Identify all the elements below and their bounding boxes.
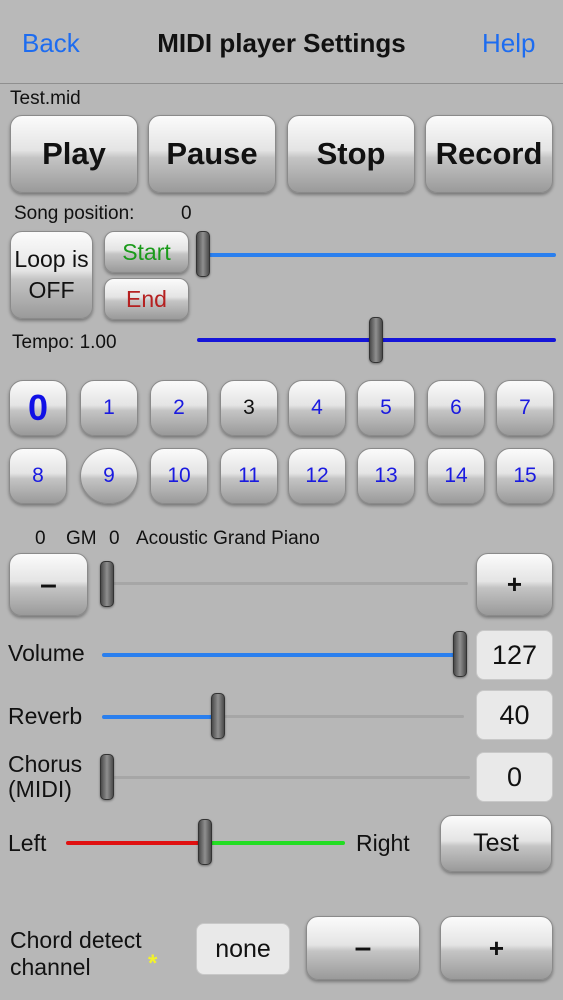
pan-right-track bbox=[206, 841, 345, 845]
volume-track bbox=[102, 653, 458, 657]
channel-button-3[interactable]: 3 bbox=[220, 380, 278, 436]
loop-label: Loop is OFF bbox=[14, 246, 89, 303]
loop-end-button[interactable]: End bbox=[104, 278, 189, 320]
song-position-track bbox=[204, 253, 556, 257]
chorus-label: Chorus bbox=[8, 751, 83, 777]
song-position-value: 0 bbox=[181, 203, 192, 224]
channel-button-6[interactable]: 6 bbox=[427, 380, 485, 436]
pan-right-label: Right bbox=[356, 830, 410, 856]
reverb-value: 40 bbox=[476, 690, 553, 740]
help-button[interactable]: Help bbox=[482, 28, 535, 59]
channel-button-11[interactable]: 11 bbox=[220, 448, 278, 504]
chorus-track bbox=[108, 776, 470, 779]
song-position-thumb[interactable] bbox=[196, 231, 210, 277]
instrument-track bbox=[108, 582, 468, 585]
page-title: MIDI player Settings bbox=[157, 28, 406, 58]
instrument-thumb[interactable] bbox=[100, 561, 114, 607]
chord-detect-label-sub: channel bbox=[10, 954, 91, 980]
reverb-track-fill bbox=[102, 715, 214, 719]
channel-button-12[interactable]: 12 bbox=[288, 448, 346, 504]
instrument-channel: 0 bbox=[35, 528, 46, 549]
pan-left-track bbox=[66, 841, 200, 845]
channel-button-2[interactable]: 2 bbox=[150, 380, 208, 436]
chord-detect-channel-value[interactable]: none bbox=[196, 923, 290, 975]
channel-button-9[interactable]: 9 bbox=[80, 448, 138, 504]
tempo-thumb[interactable] bbox=[369, 317, 383, 363]
instrument-gm-label: GM bbox=[66, 528, 97, 549]
volume-value: 127 bbox=[476, 630, 553, 680]
channel-button-0[interactable]: 0 bbox=[9, 380, 67, 436]
file-name: Test.mid bbox=[10, 88, 81, 109]
instrument-plus-button[interactable]: + bbox=[476, 553, 553, 616]
volume-label: Volume bbox=[8, 640, 85, 666]
reverb-track bbox=[214, 715, 464, 718]
channel-button-14[interactable]: 14 bbox=[427, 448, 485, 504]
chorus-label-sub: (MIDI) bbox=[8, 776, 72, 802]
loop-toggle-button[interactable]: Loop is OFF bbox=[10, 231, 93, 319]
pan-thumb[interactable] bbox=[198, 819, 212, 865]
chord-detect-minus-button[interactable]: – bbox=[306, 916, 420, 980]
volume-slider[interactable] bbox=[102, 630, 470, 680]
instrument-minus-button[interactable]: – bbox=[9, 553, 88, 616]
test-button[interactable]: Test bbox=[440, 815, 552, 872]
loop-start-button[interactable]: Start bbox=[104, 231, 189, 273]
record-button[interactable]: Record bbox=[425, 115, 553, 193]
instrument-program-number: 0 bbox=[109, 528, 120, 549]
stop-button[interactable]: Stop bbox=[287, 115, 415, 193]
channel-button-10[interactable]: 10 bbox=[150, 448, 208, 504]
reverb-label: Reverb bbox=[8, 703, 83, 729]
chord-detect-asterisk: * bbox=[148, 950, 158, 977]
channel-button-1[interactable]: 1 bbox=[80, 380, 138, 436]
chorus-value: 0 bbox=[476, 752, 553, 802]
channel-button-13[interactable]: 13 bbox=[357, 448, 415, 504]
channel-button-15[interactable]: 15 bbox=[496, 448, 554, 504]
reverb-thumb[interactable] bbox=[211, 693, 225, 739]
instrument-slider[interactable] bbox=[100, 560, 468, 610]
chorus-slider[interactable] bbox=[100, 752, 470, 802]
chorus-thumb[interactable] bbox=[100, 754, 114, 800]
channel-button-7[interactable]: 7 bbox=[496, 380, 554, 436]
chord-detect-label: Chord detect bbox=[10, 927, 142, 953]
channel-button-5[interactable]: 5 bbox=[357, 380, 415, 436]
tempo-slider[interactable] bbox=[197, 316, 557, 366]
volume-thumb[interactable] bbox=[453, 631, 467, 677]
instrument-name: Acoustic Grand Piano bbox=[136, 528, 320, 549]
channel-button-4[interactable]: 4 bbox=[288, 380, 346, 436]
chord-detect-plus-button[interactable]: + bbox=[440, 916, 553, 980]
channel-button-8[interactable]: 8 bbox=[9, 448, 67, 504]
pan-slider[interactable] bbox=[66, 818, 346, 868]
pause-button[interactable]: Pause bbox=[148, 115, 276, 193]
pan-left-label: Left bbox=[8, 830, 47, 856]
song-position-label: Song position: bbox=[14, 203, 135, 224]
tempo-label: Tempo: 1.00 bbox=[12, 332, 117, 353]
reverb-slider[interactable] bbox=[102, 692, 470, 742]
song-position-slider[interactable] bbox=[196, 230, 556, 280]
play-button[interactable]: Play bbox=[10, 115, 138, 193]
